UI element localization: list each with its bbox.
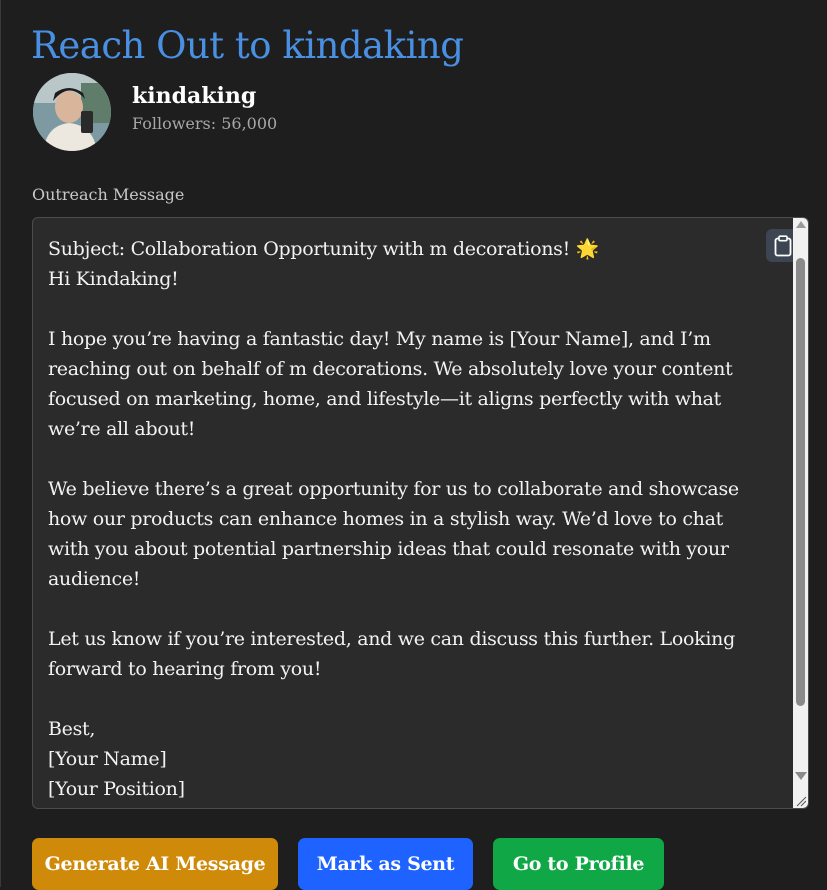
scroll-down-arrow-icon[interactable] <box>795 772 807 780</box>
scroll-up-arrow-icon[interactable] <box>796 221 806 228</box>
username: kindaking <box>132 83 257 109</box>
sun-emoji: 🌟 <box>575 238 600 260</box>
textarea-scrollbar[interactable] <box>793 218 808 808</box>
outreach-message-text[interactable]: Subject: Collaboration Opportunity with … <box>48 234 760 804</box>
message-body: Hi Kindaking! I hope you’re having a fan… <box>48 268 739 800</box>
follower-count: Followers: 56,000 <box>132 114 278 133</box>
scroll-thumb[interactable] <box>796 258 805 706</box>
outreach-message-textarea[interactable]: Subject: Collaboration Opportunity with … <box>32 217 809 809</box>
resize-grip-icon[interactable] <box>794 794 807 807</box>
outreach-message-label: Outreach Message <box>32 185 185 204</box>
profile-card: kindaking Followers: 56,000 <box>33 73 277 151</box>
message-subject: Subject: Collaboration Opportunity with … <box>48 238 576 260</box>
clipboard-icon <box>774 234 792 256</box>
go-to-profile-button[interactable]: Go to Profile <box>493 838 664 890</box>
avatar <box>33 73 111 151</box>
generate-ai-message-button[interactable]: Generate AI Message <box>32 838 278 890</box>
page-title: Reach Out to kindaking <box>31 23 464 67</box>
mark-as-sent-button[interactable]: Mark as Sent <box>298 838 473 890</box>
